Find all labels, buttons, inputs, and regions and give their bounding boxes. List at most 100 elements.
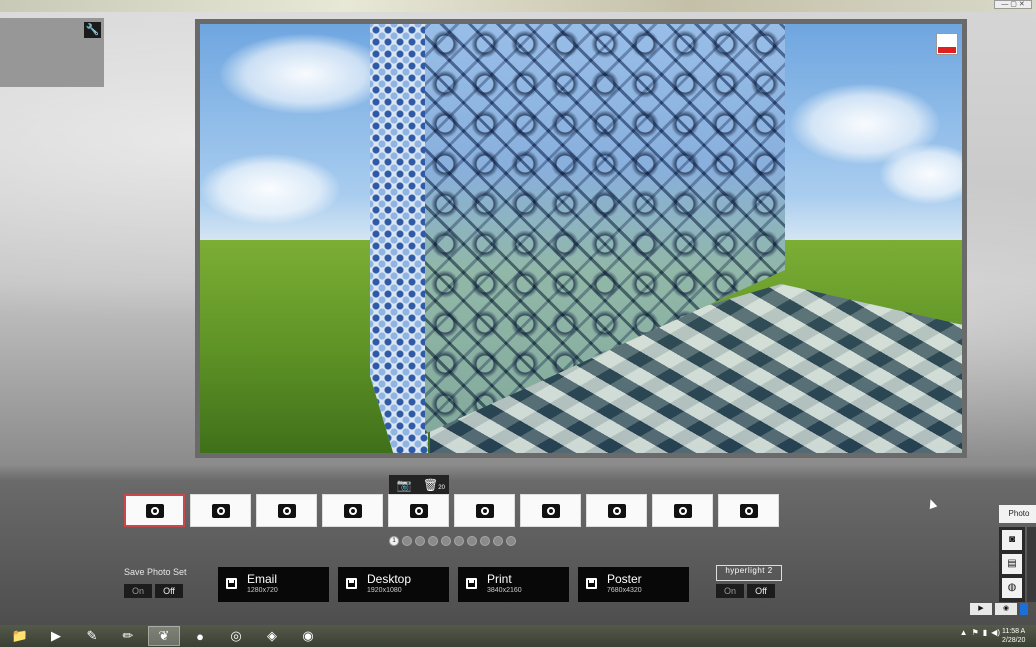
flag-icon[interactable]: ⚑ xyxy=(972,628,979,637)
camera-icon xyxy=(541,503,560,518)
camera-icon[interactable]: 📷 xyxy=(389,475,419,495)
clock-date: 2/28/20 xyxy=(1002,637,1026,644)
export-print-button[interactable]: Print 3840x2160 xyxy=(458,567,569,602)
save-photo-set-label: Save Photo Set xyxy=(124,567,187,577)
system-tray: ▲ ⚑ ▮ ◀) xyxy=(960,628,1000,637)
save-photo-set-toggle: On Off xyxy=(124,584,183,598)
save-off-button[interactable]: Off xyxy=(155,584,183,598)
pager-dot[interactable] xyxy=(415,536,425,546)
film-icon[interactable]: ▤ xyxy=(1002,554,1022,574)
taskbar-app-icon[interactable]: ◈ xyxy=(256,626,288,646)
taskbar-app-icon[interactable]: ● xyxy=(184,626,216,646)
pager-dot[interactable] xyxy=(506,536,516,546)
photo-slot[interactable] xyxy=(190,494,251,527)
photo-slots xyxy=(124,494,779,527)
photo-slot[interactable] xyxy=(454,494,515,527)
render-viewport[interactable] xyxy=(200,24,962,453)
cloud xyxy=(220,34,390,114)
save-disk-icon xyxy=(466,578,477,589)
tray-icon[interactable]: ▲ xyxy=(960,628,968,637)
camera-icon xyxy=(673,503,692,518)
camera-icon[interactable]: ◙ xyxy=(1002,530,1022,550)
photo-slot[interactable] xyxy=(322,494,383,527)
save-disk-icon xyxy=(346,578,357,589)
render-viewport-frame xyxy=(195,19,967,458)
side-panel-edge xyxy=(1027,527,1036,602)
pager-dot[interactable] xyxy=(493,536,503,546)
export-resolution: 1920x1080 xyxy=(367,587,402,594)
taskbar-app-icon[interactable]: ✎ xyxy=(76,626,108,646)
trash-glyph: 🗑 xyxy=(423,478,439,492)
playback-controls: ▶ ◉ xyxy=(970,603,1028,615)
taskbar: 📁 ▶ ✎ ✏ ❦ ● ◎ ◈ ◉ ▲ ⚑ ▮ ◀) 11:58 A 2/28/20 xyxy=(0,625,1036,647)
hyperlight-off-button[interactable]: Off xyxy=(747,584,775,598)
side-icon-column: ◙ ▤ ◍ xyxy=(999,527,1025,602)
camera-icon xyxy=(145,503,164,518)
title-bar xyxy=(0,0,1036,12)
volume-icon[interactable]: ◀) xyxy=(991,628,1000,637)
taskbar-app-icon[interactable]: ✏ xyxy=(112,626,144,646)
pager-dot[interactable]: 1 xyxy=(389,536,399,546)
pager-dot[interactable] xyxy=(480,536,490,546)
export-email-button[interactable]: Email 1280x720 xyxy=(218,567,329,602)
export-resolution: 7680x4320 xyxy=(607,587,642,594)
photo-slot[interactable] xyxy=(256,494,317,527)
cloud xyxy=(200,154,340,224)
export-name: Desktop xyxy=(367,572,412,586)
trash-icon[interactable]: 🗑20 xyxy=(419,475,449,495)
globe-icon[interactable]: ◍ xyxy=(1002,578,1022,598)
export-desktop-button[interactable]: Desktop 1920x1080 xyxy=(338,567,449,602)
hyperlight-on-button[interactable]: On xyxy=(716,584,744,598)
pager-dot[interactable] xyxy=(454,536,464,546)
camera-icon xyxy=(211,503,230,518)
photo-slot[interactable] xyxy=(124,494,185,527)
export-resolution: 3840x2160 xyxy=(487,587,522,594)
export-name: Print xyxy=(487,572,512,586)
tab-photo[interactable]: Photo xyxy=(999,505,1036,523)
photo-slot[interactable] xyxy=(652,494,713,527)
save-on-button[interactable]: On xyxy=(124,584,152,598)
clock-time: 11:58 A xyxy=(1002,628,1026,635)
stop-button[interactable]: ◉ xyxy=(995,603,1017,615)
taskbar-app-icon[interactable]: ▶ xyxy=(40,626,72,646)
hyperlight-toggle: On Off xyxy=(716,584,775,598)
pager-dot[interactable] xyxy=(402,536,412,546)
export-name: Email xyxy=(247,572,278,586)
camera-icon xyxy=(607,503,626,518)
camera-icon xyxy=(409,503,428,518)
pager: 1 xyxy=(389,536,516,546)
cloud xyxy=(880,144,962,204)
camera-icon xyxy=(475,503,494,518)
taskbar-app-icon[interactable]: ◉ xyxy=(292,626,324,646)
accent-indicator xyxy=(1020,603,1028,615)
photo-slot[interactable] xyxy=(586,494,647,527)
pager-dot[interactable] xyxy=(428,536,438,546)
export-name: Poster xyxy=(607,572,642,586)
pager-dot[interactable] xyxy=(467,536,477,546)
save-disk-icon xyxy=(586,578,597,589)
camera-icon xyxy=(343,503,362,518)
export-resolution: 1280x720 xyxy=(247,587,278,594)
network-icon[interactable]: ▮ xyxy=(983,628,987,637)
photo-slot[interactable] xyxy=(520,494,581,527)
clock[interactable]: 11:58 A 2/28/20 xyxy=(1002,627,1036,645)
pager-dot[interactable] xyxy=(441,536,451,546)
side-panel: Photo ◙ ▤ ◍ xyxy=(999,505,1036,603)
taskbar-app-icon[interactable]: ❦ xyxy=(148,626,180,646)
taskbar-app-icon[interactable]: 📁 xyxy=(4,626,36,646)
photo-slot[interactable] xyxy=(388,494,449,527)
save-disk-icon xyxy=(226,578,237,589)
mosaic-wall-side xyxy=(370,24,428,453)
play-button[interactable]: ▶ xyxy=(970,603,992,615)
hyperlight-logo: hyperlight 2 xyxy=(716,565,782,581)
window-controls[interactable]: — ▢ ✕ xyxy=(994,0,1032,9)
photo-slot[interactable] xyxy=(718,494,779,527)
record-indicator[interactable] xyxy=(936,33,958,55)
export-poster-button[interactable]: Poster 7680x4320 xyxy=(578,567,689,602)
camera-icon xyxy=(739,503,758,518)
photo-tools: 📷 🗑20 xyxy=(389,475,449,495)
camera-icon xyxy=(277,503,296,518)
taskbar-app-icon[interactable]: ◎ xyxy=(220,626,252,646)
wrench-icon[interactable]: 🔧 xyxy=(84,22,101,38)
trash-count: 20 xyxy=(438,485,445,491)
